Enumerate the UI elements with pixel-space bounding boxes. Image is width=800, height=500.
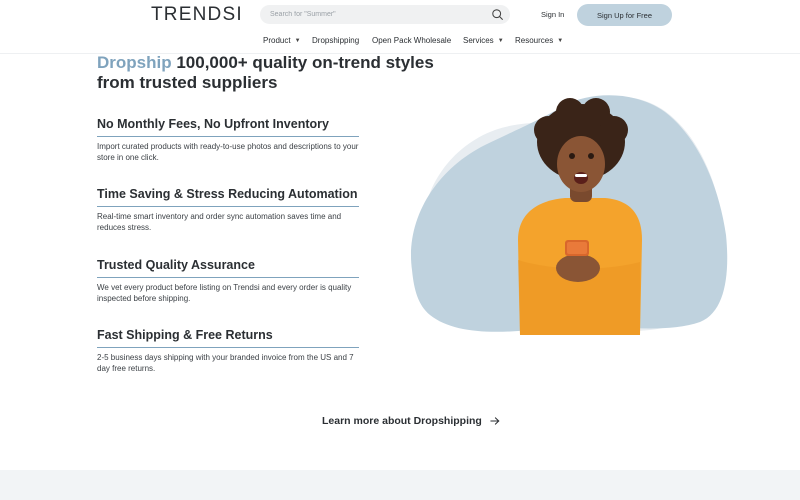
feature-title: Trusted Quality Assurance	[97, 258, 359, 278]
nav-item-resources[interactable]: Resources ▼	[515, 36, 563, 45]
chevron-down-icon: ▼	[497, 37, 504, 44]
learn-more-link[interactable]: Learn more about Dropshipping	[322, 415, 500, 427]
chevron-down-icon: ▼	[294, 37, 301, 44]
arrow-right-icon	[490, 417, 500, 425]
sign-up-button[interactable]: Sign Up for Free	[577, 4, 672, 26]
feature-description: We vet every product before listing on T…	[97, 283, 352, 303]
nav-item-label: Open Pack Wholesale	[372, 36, 452, 45]
chevron-down-icon: ▼	[557, 37, 564, 44]
learn-more-label: Learn more about Dropshipping	[322, 415, 482, 427]
footer-band	[0, 470, 800, 500]
nav-item-label: Services	[463, 36, 494, 45]
nav-item-label: Dropshipping	[312, 36, 360, 45]
feature-description: Real-time smart inventory and order sync…	[97, 212, 342, 232]
nav-item-product[interactable]: Product ▼	[263, 36, 301, 45]
nav-item-label: Resources	[515, 36, 554, 45]
feature-title: No Monthly Fees, No Upfront Inventory	[97, 117, 359, 137]
hands	[556, 254, 600, 282]
feature-title: Time Saving & Stress Reducing Automation	[97, 187, 359, 207]
site-header: TRENDSI Sign In Sign Up for Free Product…	[0, 0, 800, 54]
sign-in-link[interactable]: Sign In	[541, 10, 564, 19]
mouth	[574, 172, 588, 184]
nav-item-label: Product	[263, 36, 291, 45]
feature-description: 2-5 business days shipping with your bra…	[97, 353, 354, 373]
feature-title: Fast Shipping & Free Returns	[97, 328, 359, 348]
feature-block: No Monthly Fees, No Upfront Inventory Im…	[97, 117, 359, 163]
search-icon[interactable]	[491, 8, 504, 21]
feature-block: Trusted Quality Assurance We vet every p…	[97, 258, 359, 304]
search-input[interactable]	[270, 7, 485, 22]
search-bar[interactable]	[260, 5, 510, 24]
trendsi-logo[interactable]: TRENDSI	[151, 4, 243, 26]
hero-illustration	[410, 95, 728, 335]
feature-description: Import curated products with ready-to-us…	[97, 142, 359, 162]
nav-item-services[interactable]: Services ▼	[463, 36, 504, 45]
headline-accent: Dropship	[97, 53, 172, 72]
feature-block: Fast Shipping & Free Returns 2-5 busines…	[97, 328, 359, 374]
nav-item-open-pack-wholesale[interactable]: Open Pack Wholesale	[372, 36, 451, 45]
hero-headline: Dropship 100,000+ quality on-trend style…	[97, 53, 457, 93]
nav-item-dropshipping[interactable]: Dropshipping	[312, 36, 359, 45]
feature-block: Time Saving & Stress Reducing Automation…	[97, 187, 359, 233]
